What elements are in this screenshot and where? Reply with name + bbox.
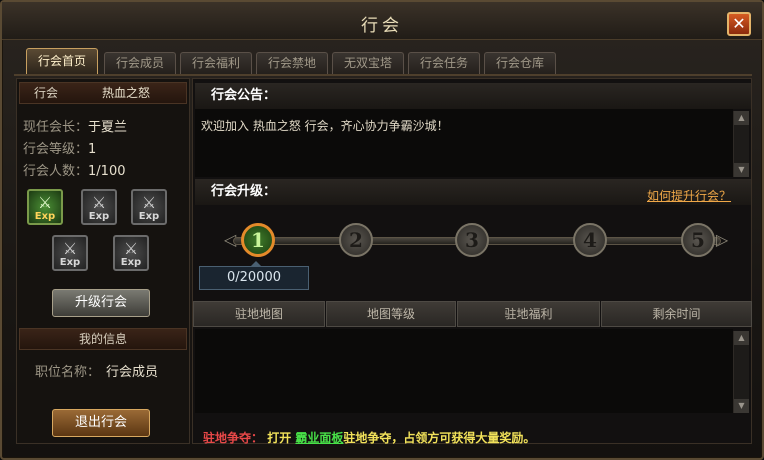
level-node: 4 — [573, 223, 607, 257]
level-row: 行会等级：1 — [23, 141, 96, 159]
leader-row: 现任会长：于夏兰 — [23, 119, 127, 137]
member-count-value: 1/100 — [88, 164, 126, 179]
exp-skill-slot[interactable]: ⚔ Exp — [113, 235, 149, 271]
territory-tip: 驻地争夺： 打开 霸业面板驻地争夺，占领方可获得大量奖励。 — [203, 429, 535, 446]
notice-text: 欢迎加入 热血之怒 行会，齐心协力争霸沙城！ — [201, 119, 449, 133]
close-icon: ✕ — [732, 14, 746, 33]
scroll-up-icon[interactable]: ▲ — [734, 331, 749, 345]
tab-guild-members[interactable]: 行会成员 — [104, 52, 176, 74]
upgrade-progress: 0/20000 — [199, 261, 309, 290]
exp-label: Exp — [59, 257, 81, 268]
guild-key-label: 行会 — [34, 86, 59, 100]
tab-divider — [14, 74, 752, 76]
tab-guild-quests[interactable]: 行会任务 — [408, 52, 480, 74]
exp-label: Exp — [120, 257, 142, 268]
upgrade-guild-button[interactable]: 升级行会 — [52, 289, 150, 317]
level-value: 1 — [88, 142, 97, 157]
guild-name-header: 行会 热血之怒 — [19, 82, 187, 104]
hegemony-panel-link[interactable]: 霸业面板 — [295, 431, 343, 445]
scroll-down-icon[interactable]: ▼ — [734, 399, 749, 413]
exp-skill-slot[interactable]: ⚔ Exp — [27, 189, 63, 225]
position-value: 行会成员 — [106, 365, 159, 380]
tab-guild-benefits[interactable]: 行会福利 — [180, 52, 252, 74]
notice-title: 行会公告： — [195, 83, 751, 109]
scroll-down-icon[interactable]: ▼ — [734, 163, 749, 177]
quit-guild-button[interactable]: 退出行会 — [52, 409, 150, 437]
position-row: 职位名称： 行会成员 — [35, 364, 158, 382]
level-node: 5 — [681, 223, 715, 257]
level-node: 3 — [455, 223, 489, 257]
close-button[interactable]: ✕ — [727, 12, 751, 36]
exp-skill-slot[interactable]: ⚔ Exp — [52, 235, 88, 271]
column-map-level: 地图等级 — [326, 301, 456, 327]
guild-info-panel: 行会 热血之怒 现任会长：于夏兰 行会等级：1 行会人数：1/100 ⚔ Exp… — [16, 78, 190, 444]
track-right-arrow-icon: ▷ — [715, 230, 729, 249]
tip-suffix: 驻地争夺，占领方可获得大量奖励。 — [343, 431, 536, 445]
guild-name: 热血之怒 — [102, 86, 151, 100]
column-territory-map: 驻地地图 — [193, 301, 325, 327]
exp-skill-slot[interactable]: ⚔ Exp — [81, 189, 117, 225]
level-node: 1 — [241, 223, 275, 257]
title-bar[interactable]: 行会 ✕ — [2, 2, 762, 40]
sword-icon: ⚔ — [62, 239, 78, 258]
column-territory-benefits: 驻地福利 — [457, 301, 600, 327]
territory-list — [195, 329, 733, 413]
sword-icon: ⚔ — [141, 193, 157, 212]
level-label: 行会等级： — [23, 142, 89, 157]
how-to-upgrade-link[interactable]: 如何提升行会？ — [647, 187, 731, 204]
column-time-remaining: 剩余时间 — [601, 301, 752, 327]
territory-scrollbar[interactable]: ▲ ▼ — [733, 331, 749, 413]
tip-prefix: 驻地争夺： — [203, 431, 264, 445]
exp-label: Exp — [88, 211, 110, 222]
exp-label: Exp — [34, 211, 56, 222]
sword-icon: ⚔ — [123, 239, 139, 258]
sword-icon: ⚔ — [37, 193, 53, 212]
exp-label: Exp — [138, 211, 160, 222]
notice-box: 欢迎加入 热血之怒 行会，齐心协力争霸沙城！ — [195, 109, 733, 177]
leader-value: 于夏兰 — [88, 120, 128, 135]
tab-guild-forbidden-land[interactable]: 行会禁地 — [256, 52, 328, 74]
window-title: 行会 — [361, 16, 403, 36]
guild-main-panel: 行会公告： 欢迎加入 热血之怒 行会，齐心协力争霸沙城！ ▲ ▼ 行会升级： 如… — [192, 78, 753, 446]
exp-skill-slot[interactable]: ⚔ Exp — [131, 189, 167, 225]
my-info-header: 我的信息 — [19, 328, 187, 350]
member-count-label: 行会人数： — [23, 164, 89, 179]
tab-guild-home[interactable]: 行会首页 — [26, 48, 98, 74]
tab-peerless-tower[interactable]: 无双宝塔 — [332, 52, 404, 74]
tip-open: 打开 — [267, 431, 292, 445]
leader-label: 现任会长： — [23, 120, 89, 135]
level-node: 2 — [339, 223, 373, 257]
member-count-row: 行会人数：1/100 — [23, 163, 125, 181]
sword-icon: ⚔ — [91, 193, 107, 212]
territory-table-header: 驻地地图 地图等级 驻地福利 剩余时间 — [193, 301, 753, 327]
guild-window: 行会 ✕ 行会首页 行会成员 行会福利 行会禁地 无双宝塔 行会任务 行会仓库 … — [0, 0, 764, 460]
tab-guild-warehouse[interactable]: 行会仓库 — [484, 52, 556, 74]
notice-scrollbar[interactable]: ▲ ▼ — [733, 111, 749, 177]
position-label: 职位名称： — [35, 365, 101, 380]
scroll-up-icon[interactable]: ▲ — [734, 111, 749, 125]
